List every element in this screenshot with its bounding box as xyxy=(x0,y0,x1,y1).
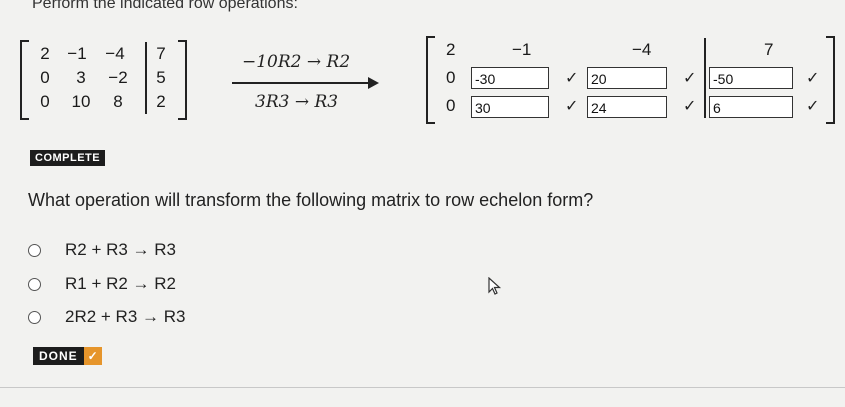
check-icon: ✓ xyxy=(806,98,820,115)
check-icon: ✓ xyxy=(683,98,697,115)
option-3[interactable]: 2R2 + R3 → R3 xyxy=(28,305,185,329)
arrow-right-icon xyxy=(368,77,379,89)
option-label: R2 + R3 → R3 xyxy=(65,240,177,259)
entry-input-r2c2[interactable]: -30 xyxy=(471,67,549,89)
matrix-cell: −1 xyxy=(67,44,87,63)
matrix-cell: 8 xyxy=(113,92,123,111)
left-bracket xyxy=(20,40,29,120)
matrix-cell: −4 xyxy=(632,40,652,59)
matrix-cell: 2 xyxy=(446,40,456,59)
matrix-cell: 3 xyxy=(76,68,86,87)
pointer-cursor-icon xyxy=(488,276,502,300)
left-bracket xyxy=(426,36,435,124)
matrix-cell: 10 xyxy=(71,92,91,111)
entry-input-r3c2[interactable]: 30 xyxy=(471,96,549,118)
done-badge: DONE ✓ xyxy=(33,347,102,365)
option-2[interactable]: R1 + R2 → R2 xyxy=(28,272,176,296)
augment-divider xyxy=(704,38,706,118)
option-label: R1 + R2 → R2 xyxy=(65,274,177,293)
check-icon: ✓ xyxy=(683,70,697,87)
operation-bottom: 3R3 → R3 xyxy=(255,92,339,112)
matrix-cell: 0 xyxy=(446,68,456,87)
done-label: DONE xyxy=(33,347,84,365)
option-1[interactable]: R2 + R3 → R3 xyxy=(28,238,176,262)
matrix-cell: 5 xyxy=(156,68,166,87)
entry-input-r2c4[interactable]: -50 xyxy=(709,67,793,89)
entry-input-r3c4[interactable]: 6 xyxy=(709,96,793,118)
operation-top: −10R2 → R2 xyxy=(242,52,351,72)
check-icon: ✓ xyxy=(806,70,820,87)
divider xyxy=(0,387,845,388)
check-icon: ✓ xyxy=(565,98,579,115)
matrix-cell: 0 xyxy=(40,92,50,111)
right-bracket xyxy=(178,40,187,120)
matrix-cell: −1 xyxy=(512,40,532,59)
right-bracket xyxy=(826,36,835,124)
matrix-cell: −2 xyxy=(108,68,128,87)
radio-empty-icon[interactable] xyxy=(28,310,41,324)
matrix-cell: 7 xyxy=(764,40,774,59)
matrix-cell: 7 xyxy=(156,44,166,63)
matrix-cell: 0 xyxy=(446,96,456,115)
status-badge: COMPLETE xyxy=(30,150,106,166)
option-label: 2R2 + R3 → R3 xyxy=(65,307,186,326)
entry-input-r2c3[interactable]: 20 xyxy=(587,67,667,89)
matrix-cell: 0 xyxy=(40,68,50,87)
radio-empty-icon[interactable] xyxy=(28,243,41,257)
check-icon: ✓ xyxy=(83,347,102,365)
question-text: What operation will transform the follow… xyxy=(28,190,594,210)
matrix-cell: 2 xyxy=(40,44,50,63)
entry-input-r3c3[interactable]: 24 xyxy=(587,96,667,118)
matrix-cell: −4 xyxy=(105,44,125,63)
radio-empty-icon[interactable] xyxy=(28,277,41,291)
matrix-cell: 2 xyxy=(156,92,166,111)
instruction-text: Perform the indicated row operations: xyxy=(32,0,298,12)
arrow-line xyxy=(232,82,370,84)
check-icon: ✓ xyxy=(565,70,579,87)
